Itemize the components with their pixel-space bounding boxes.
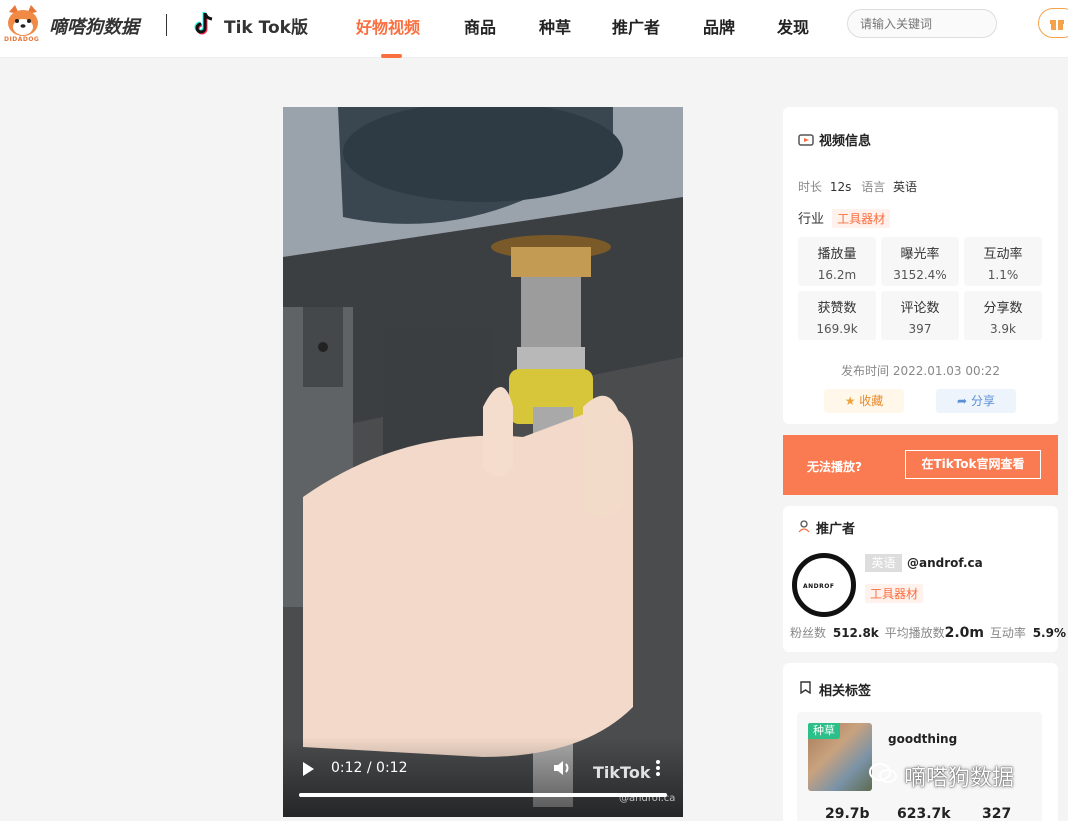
tag-card-stat: 327 [982,806,1012,821]
lang-value: 英语 [893,180,918,194]
favorite-label: 收藏 [859,394,884,408]
video-time: 0:12 / 0:12 [331,760,408,776]
nav-products[interactable]: 商品 [464,14,496,38]
avg-play-value: 2.0m [944,625,985,641]
industry-tag[interactable]: 工具器材 [832,209,891,228]
tiktok-watermark: TikTok [593,763,651,782]
industry-label: 行业 [798,212,825,227]
stat-label: 分享数 [983,301,1023,316]
top-header: DIDADOG 嘀嗒狗数据 Tik Tok版 好物视频 商品 种草 推广者 品牌… [0,0,1068,58]
promoter-category-tag[interactable]: 工具器材 [865,584,924,603]
nav-seeding[interactable]: 种草 [539,14,571,38]
promoter-panel: 推广者 ANDROF 英语 @androf.ca 工具器材 粉丝数 512.8k… [783,506,1066,652]
gift-button[interactable] [1038,8,1068,38]
watermark-handle: @androf.ca [619,793,676,804]
stat-likes: 获赞数 169.9k [798,291,876,340]
engage-value: 5.9% [1032,626,1066,640]
star-icon: ★ [844,394,856,408]
stat-engagement: 互动率 1.1% [964,237,1042,286]
avatar-text: ANDROF [803,583,835,590]
gift-icon [1050,20,1064,30]
video-info-panel: 视频信息 时长 12s 语言 英语 行业 工具器材 播放量 16.2m 曝光率 31… [783,107,1058,424]
nav-discover[interactable]: 发现 [777,14,809,38]
cannot-play-text: 无法播放? [807,460,862,474]
stat-value: 3.9k [989,322,1017,336]
nav-brands[interactable]: 品牌 [703,14,735,38]
related-tags-title: 相关标签 [819,684,872,699]
stat-plays: 播放量 16.2m [798,237,876,286]
duration-lang-row: 时长 12s 语言 英语 [798,178,917,195]
video-player[interactable]: 0:12 / 0:12 TikTok @androf.ca [283,107,683,817]
stat-value: 3152.4% [893,268,947,282]
avg-play-label: 平均播放数 [884,626,945,640]
search-input[interactable] [847,9,997,38]
more-options-icon[interactable] [655,759,661,777]
tag-card-name[interactable]: goodthing [888,732,957,746]
stat-label: 曝光率 [900,247,940,262]
lang-label: 语言 [861,180,886,194]
tag-card-badge: 种草 [808,723,840,739]
share-icon: ➦ [957,394,968,408]
video-info-title: 视频信息 [819,134,872,149]
duration-label: 时长 [798,180,823,194]
header-divider [166,14,167,36]
promoter-title: 推广者 [816,522,856,537]
industry-row: 行业 工具器材 [798,208,891,228]
fans-label: 粉丝数 [790,626,827,640]
bookmark-icon [800,681,811,694]
promoter-handle[interactable]: @androf.ca [907,556,983,570]
lang-badge: 英语 [865,554,902,572]
view-on-tiktok-button[interactable]: 在TikTok官网查看 [905,450,1041,479]
tiktok-icon [194,12,213,35]
user-icon [798,520,810,533]
wechat-icon [869,763,897,783]
brand-badge-text: DIDADOG [4,36,40,43]
stat-value: 1.1% [987,268,1019,282]
overlay-watermark: 嘀嗒狗数据 [904,766,1015,791]
tag-card-stat: 29.7b [825,806,870,821]
share-label: 分享 [970,394,995,408]
brand-name[interactable]: 嘀嗒狗数据 [49,13,139,39]
nav-promoters[interactable]: 推广者 [612,14,660,38]
play-icon[interactable] [301,761,315,777]
stat-value: 169.9k [816,322,858,336]
volume-icon[interactable] [553,759,573,777]
stat-label: 互动率 [983,247,1023,262]
stat-label: 播放量 [817,247,857,262]
nav-good-videos[interactable]: 好物视频 [356,14,420,38]
nav-active-indicator [381,54,402,58]
promoter-stats-row: 粉丝数 512.8k 平均播放数2.0m 互动率 5.9% [790,624,1066,641]
video-frame [283,107,683,817]
publish-time: 发布时间 2022.01.03 00:22 [841,364,1000,378]
favorite-button[interactable]: ★ 收藏 [824,389,904,413]
stat-exposure: 曝光率 3152.4% [881,237,959,286]
cannot-play-banner: 无法播放? 在TikTok官网查看 [783,435,1058,495]
duration-value: 12s [829,180,852,194]
stat-value: 397 [908,322,932,336]
stat-value: 16.2m [817,268,857,282]
video-icon [798,134,814,146]
video-progress-bar[interactable] [299,793,667,797]
stat-comments: 评论数 397 [881,291,959,340]
related-tags-panel: 相关标签 种草 goodthing 29.7b 623.7k 327 [783,663,1058,821]
video-progress-fill [299,793,667,797]
share-button[interactable]: ➦ 分享 [936,389,1016,413]
stat-label: 获赞数 [817,301,857,316]
fans-value: 512.8k [832,626,879,640]
platform-title: Tik Tok版 [224,18,308,38]
stat-label: 评论数 [900,301,940,316]
stat-shares: 分享数 3.9k [964,291,1042,340]
engage-label: 互动率 [989,626,1026,640]
tag-card-stat: 623.7k [897,806,951,821]
promoter-avatar[interactable]: ANDROF [792,553,856,617]
